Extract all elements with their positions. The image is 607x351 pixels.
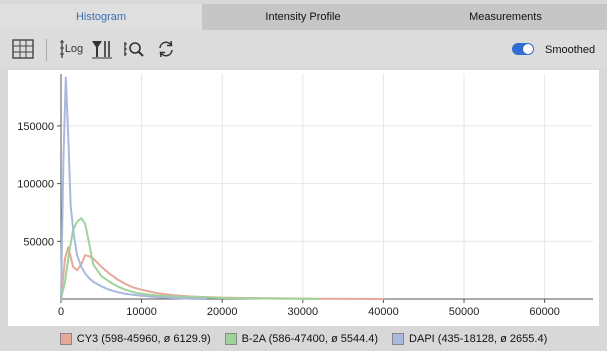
legend-label-dapi: DAPI (435-18128, ø 2655.4) <box>409 333 548 345</box>
chart-legend: CY3 (598-45960, ø 6129.9) B-2A (586-4740… <box>0 329 607 349</box>
legend-swatch-cy3 <box>59 333 72 345</box>
y-tick-label: 150000 <box>17 121 54 133</box>
legend-label-cy3: CY3 (598-45960, ø 6129.9) <box>76 333 211 345</box>
toggle-knob <box>523 44 533 54</box>
legend-item-cy3[interactable]: CY3 (598-45960, ø 6129.9) <box>59 333 211 345</box>
histogram-chart: 0 10000 20000 30000 40000 50000 60000 50000 1000… <box>17 74 593 318</box>
series-line-b2a <box>60 217 320 300</box>
tab-intensity-profile[interactable]: Intensity Profile <box>202 4 404 30</box>
grid-icon[interactable] <box>11 37 35 61</box>
filter-icon[interactable] <box>90 37 114 61</box>
legend-item-b2a[interactable]: B-2A (586-47400, ø 5544.4) <box>224 333 379 345</box>
log-label: Log <box>64 43 84 55</box>
tab-histogram[interactable]: Histogram <box>0 4 202 30</box>
smoothed-label: Smoothed <box>545 44 596 56</box>
tab-measurements[interactable]: Measurements <box>404 4 607 30</box>
x-tick-label: 0 <box>58 306 64 318</box>
y-tick-label: 100000 <box>17 179 54 191</box>
series-line-dapi <box>60 76 208 300</box>
legend-swatch-dapi <box>392 333 405 345</box>
histogram-toolbar: Log Smoothed <box>0 30 607 68</box>
legend-label-b2a: B-2A (586-47400, ø 5544.4) <box>241 333 379 345</box>
legend-swatch-b2a <box>224 333 237 345</box>
x-tick-label: 30000 <box>288 306 319 318</box>
tab-bar: Histogram Intensity Profile Measurements <box>0 0 607 30</box>
log-scale-button[interactable]: Log <box>57 37 85 61</box>
y-tick-label: 50000 <box>23 236 54 248</box>
x-tick-label: 50000 <box>449 306 480 318</box>
x-tick-label: 40000 <box>368 306 399 318</box>
reset-icon[interactable] <box>154 37 178 61</box>
legend-item-dapi[interactable]: DAPI (435-18128, ø 2655.4) <box>392 333 547 345</box>
toolbar-separator <box>46 39 47 61</box>
zoom-icon[interactable] <box>122 37 146 61</box>
smoothed-toggle[interactable] <box>512 43 534 55</box>
x-tick-label: 60000 <box>529 306 560 318</box>
x-tick-label: 10000 <box>126 306 157 318</box>
x-tick-label: 20000 <box>207 306 238 318</box>
histogram-plot[interactable]: 0 10000 20000 30000 40000 50000 60000 50000 1000… <box>8 70 599 326</box>
